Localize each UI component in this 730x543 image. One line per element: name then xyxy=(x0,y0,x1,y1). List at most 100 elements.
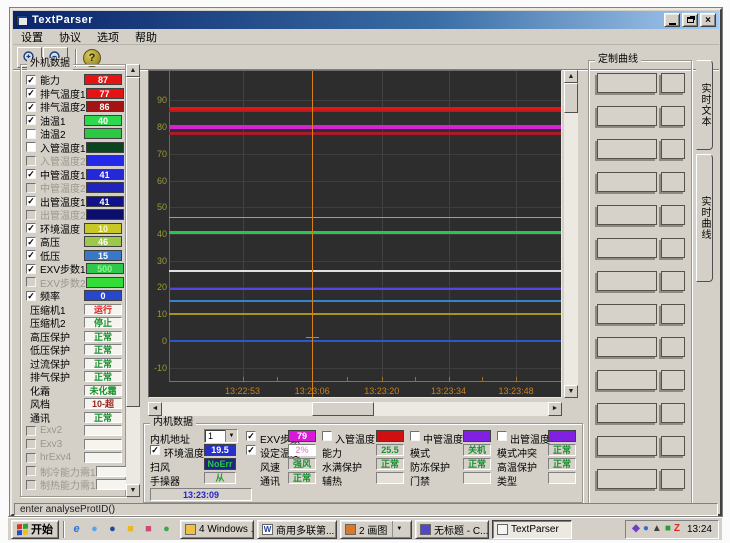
curve-color-slot[interactable] xyxy=(661,271,685,291)
status-value: 运行 xyxy=(84,304,122,315)
menu-protocol[interactable]: 协议 xyxy=(51,29,89,45)
curve-slot[interactable] xyxy=(597,106,657,126)
scroll-down-icon[interactable]: ▼ xyxy=(564,385,578,398)
taskbar-button-4[interactable]: 无标题 - C... xyxy=(415,520,489,539)
quicklaunch-outlook-icon[interactable]: ● xyxy=(105,522,120,537)
tray-antivirus-icon[interactable]: ■ xyxy=(665,524,671,534)
menu-options[interactable]: 选项 xyxy=(89,29,127,45)
quicklaunch-msn-icon[interactable]: ● xyxy=(159,522,174,537)
indoor-address-select[interactable]: 1 ▼ xyxy=(204,429,238,443)
scroll-left-icon[interactable]: ◄ xyxy=(148,402,162,416)
minimize-button[interactable] xyxy=(664,13,680,27)
checkbox[interactable] xyxy=(26,277,36,287)
curve-slot[interactable] xyxy=(597,337,657,357)
tab-realtime-text[interactable]: 实时文本 xyxy=(696,60,713,150)
curve-slot[interactable] xyxy=(597,271,657,291)
menu-help[interactable]: 帮助 xyxy=(127,29,165,45)
curve-color-slot[interactable] xyxy=(661,304,685,324)
taskbar-button-3[interactable]: 2 画图▼ xyxy=(340,520,412,539)
checkbox[interactable] xyxy=(26,291,36,301)
tray-download-icon[interactable]: Z xyxy=(674,524,680,534)
checkbox[interactable] xyxy=(26,156,36,166)
curve-color-slot[interactable] xyxy=(661,238,685,258)
curve-color-slot[interactable] xyxy=(661,172,685,192)
curve-color-slot[interactable] xyxy=(661,469,685,489)
checkbox[interactable] xyxy=(26,102,36,112)
status-value: 正常 xyxy=(84,412,122,423)
taskbar-button-2[interactable]: W商用多联第... xyxy=(257,520,337,539)
start-button[interactable]: 开始 xyxy=(11,520,59,539)
title-bar[interactable]: TextParser × xyxy=(13,11,719,29)
time-cursor[interactable] xyxy=(312,71,313,397)
curve-color-slot[interactable] xyxy=(661,73,685,93)
chart-vscroll-thumb[interactable] xyxy=(564,83,578,113)
checkbox[interactable] xyxy=(26,237,36,247)
scroll-up-icon[interactable]: ▲ xyxy=(126,64,140,77)
curve-slot[interactable] xyxy=(597,370,657,390)
checkbox[interactable] xyxy=(26,210,36,220)
chevron-down-icon[interactable]: ▼ xyxy=(392,521,402,538)
tab-realtime-curve[interactable]: 实时曲线 xyxy=(696,154,713,282)
curve-slot[interactable] xyxy=(597,436,657,456)
checkbox[interactable] xyxy=(26,88,36,98)
curve-color-slot[interactable] xyxy=(661,436,685,456)
sensor-checkbox[interactable] xyxy=(322,431,332,441)
set-temp-checkbox[interactable] xyxy=(246,445,256,455)
checkbox[interactable] xyxy=(26,453,36,463)
curve-color-slot[interactable] xyxy=(661,205,685,225)
checkbox[interactable] xyxy=(26,129,36,139)
checkbox[interactable] xyxy=(26,169,36,179)
chart-hscroll-thumb[interactable] xyxy=(312,402,374,416)
tray-ime-icon[interactable]: ◆ xyxy=(632,524,640,534)
taskbar-button-1[interactable]: 4 Windows ..▼ xyxy=(180,520,254,539)
curve-slot[interactable] xyxy=(597,139,657,159)
curve-slot[interactable] xyxy=(597,73,657,93)
curve-color-slot[interactable] xyxy=(661,337,685,357)
checkbox[interactable] xyxy=(26,480,36,490)
taskbar-button-5[interactable]: TextParser xyxy=(492,520,572,539)
quicklaunch-media-icon[interactable]: ■ xyxy=(141,522,156,537)
curve-slot[interactable] xyxy=(597,172,657,192)
realtime-curve-plot[interactable]: 9080706050403020100-1013:22:5313:23:0613… xyxy=(148,70,562,398)
tray-show-desktop-icon[interactable]: ▲ xyxy=(652,524,662,534)
curve-slot[interactable] xyxy=(597,304,657,324)
exv-steps-checkbox[interactable] xyxy=(246,431,256,441)
scroll-up-icon[interactable]: ▲ xyxy=(564,70,578,83)
checkbox[interactable] xyxy=(26,264,36,274)
sensor-checkbox[interactable] xyxy=(497,431,507,441)
chevron-down-icon[interactable]: ▼ xyxy=(225,430,237,442)
checkbox[interactable] xyxy=(26,426,36,436)
checkbox[interactable] xyxy=(26,250,36,260)
checkbox[interactable] xyxy=(26,223,36,233)
sensor-checkbox[interactable] xyxy=(410,431,420,441)
curve-slot[interactable] xyxy=(597,238,657,258)
checkbox[interactable] xyxy=(26,183,36,193)
sidebar-scrollbar[interactable]: ▲ ▼ xyxy=(126,64,140,497)
curve-color-slot[interactable] xyxy=(661,403,685,423)
restore-button[interactable] xyxy=(682,13,698,27)
sidebar-scroll-thumb[interactable] xyxy=(126,77,140,407)
quicklaunch-ie-icon[interactable]: e xyxy=(69,522,84,537)
curve-color-slot[interactable] xyxy=(661,106,685,126)
checkbox[interactable] xyxy=(26,466,36,476)
tray-volume-icon[interactable]: ● xyxy=(643,524,649,534)
scroll-right-icon[interactable]: ► xyxy=(548,402,562,416)
curve-slot[interactable] xyxy=(597,403,657,423)
close-button[interactable]: × xyxy=(700,13,716,27)
checkbox[interactable] xyxy=(26,439,36,449)
chart-vertical-scrollbar[interactable]: ▲ ▼ xyxy=(564,70,578,398)
menu-settings[interactable]: 设置 xyxy=(13,29,51,45)
curve-slot[interactable] xyxy=(597,205,657,225)
curve-slot[interactable] xyxy=(597,469,657,489)
env-temp-checkbox[interactable] xyxy=(150,445,160,455)
chart-horizontal-scrollbar[interactable]: ◄ ► xyxy=(148,402,562,416)
checkbox[interactable] xyxy=(26,196,36,206)
checkbox[interactable] xyxy=(26,115,36,125)
quicklaunch-notes-icon[interactable]: ■ xyxy=(123,522,138,537)
scroll-down-icon[interactable]: ▼ xyxy=(126,484,140,497)
checkbox[interactable] xyxy=(26,75,36,85)
quicklaunch-browser-icon[interactable]: ● xyxy=(87,522,102,537)
checkbox[interactable] xyxy=(26,142,36,152)
curve-color-slot[interactable] xyxy=(661,139,685,159)
curve-color-slot[interactable] xyxy=(661,370,685,390)
